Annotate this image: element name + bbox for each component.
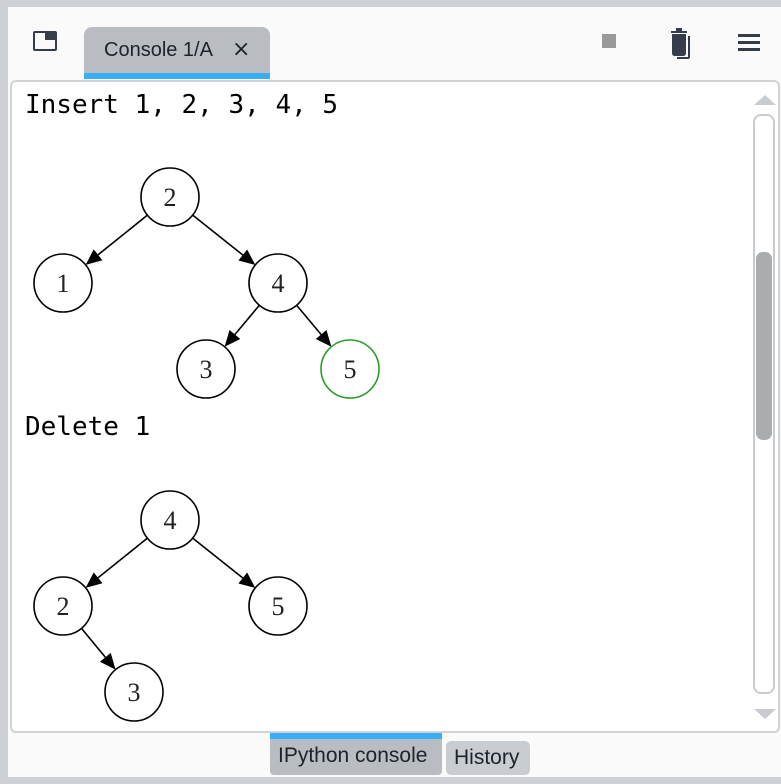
tree-node-label: 4 bbox=[164, 506, 177, 535]
console-toolbar: Console 1/A × bbox=[8, 7, 781, 80]
tree-node-label: 3 bbox=[200, 355, 213, 384]
tree-edge bbox=[192, 537, 244, 579]
arrowhead-icon bbox=[238, 249, 256, 265]
tree-node-label: 2 bbox=[164, 183, 177, 212]
tree-edge bbox=[296, 304, 322, 336]
close-icon[interactable]: × bbox=[232, 37, 250, 62]
tab-console-1a[interactable]: Console 1/A × bbox=[84, 27, 270, 79]
console-pane: Console 1/A × Insert 1, 2, 3, 4, 5 2 1 4 3 5… bbox=[8, 7, 781, 777]
tree-node-label: 4 bbox=[272, 269, 285, 298]
scroll-up-arrow-icon[interactable] bbox=[754, 95, 776, 105]
hamburger-menu-icon[interactable] bbox=[738, 34, 760, 51]
arrowhead-icon bbox=[85, 249, 103, 265]
output-text-insert: Insert 1, 2, 3, 4, 5 bbox=[25, 90, 339, 120]
tab-label: Console 1/A bbox=[104, 39, 213, 61]
tree-edge bbox=[234, 304, 260, 336]
tree-diagram-insert: 2 1 4 3 5 bbox=[33, 167, 380, 399]
active-tab-indicator bbox=[84, 73, 270, 79]
arrowhead-icon bbox=[85, 572, 103, 588]
tree-edge bbox=[97, 214, 148, 256]
arrowhead-icon bbox=[315, 330, 332, 347]
tab-ipython-console[interactable]: IPython console bbox=[270, 733, 442, 775]
scroll-down-arrow-icon[interactable] bbox=[754, 709, 776, 719]
arrowhead-icon bbox=[224, 330, 241, 347]
trash-icon[interactable] bbox=[670, 27, 694, 61]
undock-icon[interactable] bbox=[33, 31, 57, 51]
scrollbar-track[interactable] bbox=[753, 114, 775, 694]
tree-edge bbox=[80, 627, 106, 658]
tree-edge bbox=[97, 537, 148, 579]
console-output-area[interactable]: Insert 1, 2, 3, 4, 5 2 1 4 3 5 Delete 1 4 2 5 3 bbox=[10, 80, 780, 733]
tree-node-label: 5 bbox=[344, 355, 357, 384]
tree-node-label: 2 bbox=[57, 592, 70, 621]
bottom-tab-bar: IPython console History bbox=[8, 733, 781, 777]
arrowhead-icon bbox=[99, 652, 116, 670]
output-text-delete: Delete 1 bbox=[25, 412, 151, 442]
arrowhead-icon bbox=[238, 572, 256, 588]
tab-history[interactable]: History bbox=[446, 741, 530, 775]
tree-node-label: 1 bbox=[57, 269, 70, 298]
tree-edge bbox=[192, 214, 244, 256]
stop-icon[interactable] bbox=[602, 34, 616, 48]
tree-diagram-delete: 4 2 5 3 bbox=[33, 490, 308, 722]
vertical-scrollbar[interactable] bbox=[752, 92, 776, 722]
tree-node-label: 3 bbox=[128, 678, 141, 707]
scrollbar-thumb[interactable] bbox=[756, 251, 772, 440]
tree-node-label: 5 bbox=[272, 592, 285, 621]
